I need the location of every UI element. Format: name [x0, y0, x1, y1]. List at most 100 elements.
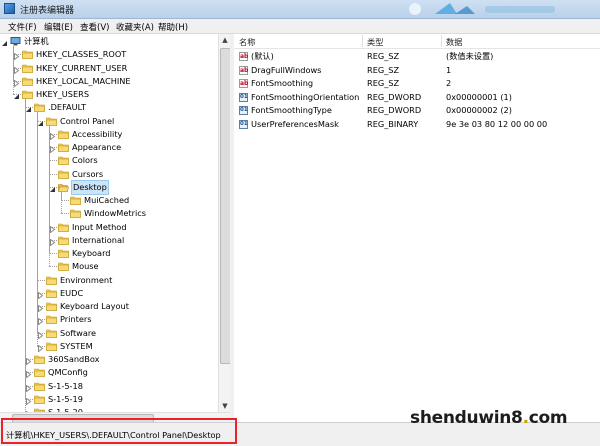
column-header-type[interactable]: 类型 — [367, 36, 383, 48]
window-title: 注册表编辑器 — [20, 6, 75, 16]
value-row[interactable]: (默认) REG_SZ (数值未设置) — [234, 50, 600, 63]
tree-item-label: QMConfig — [48, 367, 88, 378]
expanded-arrow-icon[interactable] — [13, 91, 20, 99]
tree-item-label: HKEY_LOCAL_MACHINE — [36, 75, 131, 86]
tree-item[interactable]: WindowMetrics — [0, 207, 218, 220]
collapsed-arrow-icon[interactable] — [25, 396, 32, 406]
menu-edit[interactable]: 编辑(E) — [44, 21, 73, 33]
menu-file[interactable]: 文件(F) — [8, 21, 37, 33]
tree-item[interactable]: EUDC — [0, 287, 218, 300]
tree-item[interactable]: Printers — [0, 313, 218, 326]
column-header-data[interactable]: 数据 — [446, 36, 462, 48]
tree-item-label: Cursors — [72, 168, 104, 179]
title-bar[interactable]: 注册表编辑器 — [0, 0, 600, 19]
value-type: REG_SZ — [367, 78, 400, 89]
tree-item-label: HKEY_CURRENT_USER — [36, 62, 128, 73]
tree-item[interactable]: Keyboard Layout — [0, 300, 218, 313]
tree-item-label: Mouse — [72, 261, 99, 272]
tree-item[interactable]: 计算机 — [0, 35, 218, 48]
regedit-app-icon — [4, 3, 15, 14]
value-name: FontSmoothingOrientation — [251, 91, 360, 102]
value-row[interactable]: FontSmoothing REG_SZ 2 — [234, 77, 600, 90]
menu-help[interactable]: 帮助(H) — [158, 21, 188, 33]
expanded-arrow-icon[interactable] — [49, 184, 56, 192]
column-separator[interactable] — [441, 35, 442, 47]
tree-item[interactable]: Keyboard — [0, 247, 218, 260]
tree-item[interactable]: HKEY_CURRENT_USER — [0, 62, 218, 75]
tree-item-label: Desktop — [71, 179, 109, 195]
collapsed-arrow-icon[interactable] — [37, 290, 44, 300]
menu-bar: 文件(F) 编辑(E) 查看(V) 收藏夹(A) 帮助(H) — [0, 19, 600, 34]
folder-icon — [22, 90, 33, 99]
menu-view[interactable]: 查看(V) — [80, 21, 109, 33]
values-list[interactable]: 名称 类型 数据 (默认) REG_SZ (数值未设置) DragFullWindow… — [234, 34, 600, 422]
column-header-name[interactable]: 名称 — [239, 36, 255, 48]
tree-item[interactable]: Accessibility — [0, 128, 218, 141]
tree-item[interactable]: MuiCached — [0, 194, 218, 207]
tree-item[interactable]: 360SandBox — [0, 353, 218, 366]
tree-item[interactable]: SYSTEM — [0, 340, 218, 353]
value-data: (数值未设置) — [446, 51, 494, 61]
folder-icon — [58, 249, 69, 258]
tree-item-label: Printers — [60, 314, 92, 325]
collapsed-arrow-icon[interactable] — [37, 330, 44, 339]
collapsed-arrow-icon[interactable] — [13, 78, 20, 88]
value-row[interactable]: DragFullWindows REG_SZ 1 — [234, 64, 600, 77]
tree-item[interactable]: Control Panel — [0, 115, 218, 128]
expanded-arrow-icon[interactable] — [37, 118, 44, 126]
menu-favorites[interactable]: 收藏夹(A) — [116, 21, 154, 33]
tree-item[interactable]: Software — [0, 327, 218, 340]
collapsed-arrow-icon[interactable] — [37, 343, 44, 353]
folder-icon — [46, 329, 57, 338]
collapsed-arrow-icon[interactable] — [49, 131, 56, 141]
expanded-arrow-icon[interactable] — [25, 104, 32, 113]
value-row[interactable]: FontSmoothingType REG_DWORD 0x00000002 (2) — [234, 104, 600, 117]
binary-value-icon — [239, 104, 248, 117]
tree-item[interactable]: International — [0, 234, 218, 247]
value-data: 1 — [446, 64, 452, 75]
tree-item[interactable]: Environment — [0, 274, 218, 287]
tree-item[interactable]: Mouse — [0, 260, 218, 273]
value-type: REG_DWORD — [367, 105, 422, 116]
tree-item-label: SYSTEM — [60, 340, 93, 351]
column-separator[interactable] — [362, 35, 363, 47]
collapsed-arrow-icon[interactable] — [25, 369, 32, 379]
tree-item[interactable]: Input Method — [0, 221, 218, 234]
value-row[interactable]: FontSmoothingOrientation REG_DWORD 0x00000… — [234, 91, 600, 104]
tree-item-label: S-1-5-18 — [48, 380, 83, 391]
tree-item[interactable]: S-1-5-18 — [0, 380, 218, 393]
folder-icon — [58, 236, 69, 245]
tree-item[interactable]: Colors — [0, 154, 218, 167]
status-path-highlight-box — [1, 418, 237, 444]
registry-tree[interactable]: 计算机 HKEY_CLASSES_ROOT HKEY_CURRENT_USER HKE… — [0, 34, 231, 412]
tree-item[interactable]: QMConfig — [0, 366, 218, 379]
folder-icon — [46, 276, 57, 285]
tree-item[interactable]: S-1-5-19 — [0, 393, 218, 406]
string-value-icon — [239, 77, 248, 90]
tree-item[interactable]: Appearance — [0, 141, 218, 154]
tree-item[interactable]: .DEFAULT — [0, 101, 218, 114]
expanded-arrow-icon[interactable] — [1, 38, 8, 46]
tree-item[interactable]: Cursors — [0, 168, 218, 181]
value-row[interactable]: UserPreferencesMask REG_BINARY 9e 3e 03 80… — [234, 118, 600, 131]
collapsed-arrow-icon[interactable] — [49, 224, 56, 233]
value-type: REG_SZ — [367, 51, 400, 61]
collapsed-arrow-icon[interactable] — [49, 237, 56, 247]
tree-item[interactable]: Desktop — [0, 179, 218, 195]
folder-icon — [34, 368, 45, 378]
tree-item-label: Input Method — [72, 221, 127, 232]
collapsed-arrow-icon[interactable] — [25, 356, 32, 366]
collapsed-arrow-icon[interactable] — [13, 65, 20, 74]
tree-item-label: .DEFAULT — [48, 102, 87, 113]
collapsed-arrow-icon[interactable] — [25, 383, 32, 392]
string-value-icon — [239, 64, 248, 77]
collapsed-arrow-icon[interactable] — [37, 316, 44, 326]
tree-item[interactable]: HKEY_CLASSES_ROOT — [0, 48, 218, 61]
collapsed-arrow-icon[interactable] — [49, 144, 56, 154]
tree-item[interactable]: HKEY_USERS — [0, 88, 218, 101]
tree-item-label: Software — [60, 327, 97, 338]
folder-icon — [34, 103, 45, 113]
collapsed-arrow-icon[interactable] — [37, 303, 44, 313]
tree-item[interactable]: HKEY_LOCAL_MACHINE — [0, 75, 218, 88]
collapsed-arrow-icon[interactable] — [13, 51, 20, 61]
